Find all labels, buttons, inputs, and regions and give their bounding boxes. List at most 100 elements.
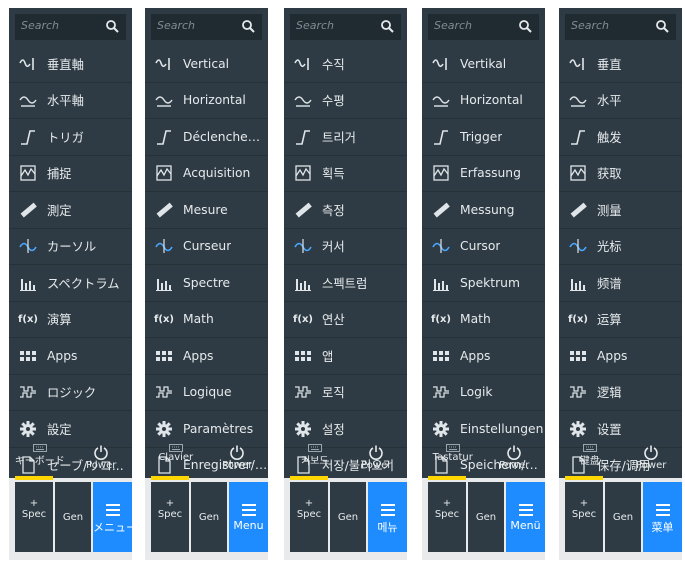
menu-item-measure[interactable]: 测量 bbox=[559, 192, 682, 229]
menu-item-trigger[interactable]: 트리거 bbox=[284, 119, 407, 156]
menu-item-vertical[interactable]: 垂直 bbox=[559, 46, 682, 83]
menu-panel: Search Vertical Horizontal Déclenchem...… bbox=[145, 8, 268, 560]
power-button[interactable]: Power bbox=[621, 442, 683, 478]
menu-item-logic[interactable]: ロジック bbox=[9, 375, 132, 411]
search-icon[interactable] bbox=[240, 18, 256, 34]
menu-item-cursor[interactable]: Cursor bbox=[422, 229, 545, 265]
keyboard-button[interactable]: 键盘 bbox=[559, 442, 621, 478]
keyboard-button[interactable]: Tastatur bbox=[422, 442, 484, 478]
menu-item-trigger[interactable]: Trigger bbox=[422, 119, 545, 156]
power-button[interactable]: Power bbox=[71, 442, 133, 478]
gen-button[interactable]: Gen bbox=[191, 482, 227, 552]
gen-button[interactable]: Gen bbox=[330, 482, 366, 552]
menu-item-apps[interactable]: Apps bbox=[145, 338, 268, 375]
horizontal-icon bbox=[432, 91, 450, 109]
menu-item-spectrum[interactable]: スペクトラム bbox=[9, 265, 132, 302]
search-icon[interactable] bbox=[379, 18, 395, 34]
menu-item-horizontal[interactable]: Horizontal bbox=[422, 83, 545, 119]
menu-item-math[interactable]: f(x) 演算 bbox=[9, 302, 132, 338]
menu-item-spectrum[interactable]: 频谱 bbox=[559, 265, 682, 302]
search-input[interactable]: Search bbox=[565, 14, 676, 40]
menu-item-measure[interactable]: Messung bbox=[422, 192, 545, 229]
keyboard-button[interactable]: キーボード bbox=[9, 442, 71, 478]
menu-item-cursor[interactable]: 커서 bbox=[284, 229, 407, 265]
gen-button[interactable]: Gen bbox=[605, 482, 641, 552]
spec-button[interactable]: + Spec bbox=[151, 482, 189, 552]
spec-button[interactable]: + Spec bbox=[290, 482, 328, 552]
spec-button[interactable]: + Spec bbox=[428, 482, 466, 552]
search-input[interactable]: Search bbox=[428, 14, 539, 40]
menu-item-apps[interactable]: Apps bbox=[9, 338, 132, 375]
menu-item-label: 測定 bbox=[47, 203, 72, 218]
menu-item-logic[interactable]: Logique bbox=[145, 375, 268, 411]
menu-item-trigger[interactable]: Déclenchem... bbox=[145, 119, 268, 156]
menu-item-apps[interactable]: Apps bbox=[422, 338, 545, 375]
keyboard-label: Tastatur bbox=[432, 452, 473, 463]
menu-item-math[interactable]: f(x) Math bbox=[422, 302, 545, 338]
menu-item-spectrum[interactable]: 스펙트럼 bbox=[284, 265, 407, 302]
power-button[interactable]: Power bbox=[484, 442, 546, 478]
menu-item-horizontal[interactable]: 수평 bbox=[284, 83, 407, 119]
menu-item-cursor[interactable]: カーソル bbox=[9, 229, 132, 265]
menu-button[interactable]: Menu bbox=[229, 482, 268, 552]
cursor-icon bbox=[155, 237, 173, 255]
power-button[interactable]: Power bbox=[346, 442, 408, 478]
menu-item-measure[interactable]: 측정 bbox=[284, 192, 407, 229]
active-indicator bbox=[565, 476, 603, 480]
menu-item-vertical[interactable]: 수직 bbox=[284, 46, 407, 83]
menu-item-math[interactable]: f(x) 运算 bbox=[559, 302, 682, 338]
menu-item-math[interactable]: f(x) 연산 bbox=[284, 302, 407, 338]
menu-button[interactable]: Menü bbox=[506, 482, 545, 552]
menu-item-acquisition[interactable]: Erfassung bbox=[422, 156, 545, 192]
menu-item-vertical[interactable]: Vertikal bbox=[422, 46, 545, 83]
search-icon[interactable] bbox=[654, 18, 670, 34]
menu-button[interactable]: メニュー bbox=[93, 482, 132, 552]
keyboard-button[interactable]: 키보드 bbox=[284, 442, 346, 478]
menu-button[interactable]: 메뉴 bbox=[368, 482, 407, 552]
menu-item-horizontal[interactable]: 水平軸 bbox=[9, 83, 132, 119]
menu-item-vertical[interactable]: Vertical bbox=[145, 46, 268, 83]
menu-item-label: Apps bbox=[460, 348, 491, 363]
keyboard-button[interactable]: Clavier bbox=[145, 442, 207, 478]
menu-label: 菜单 bbox=[651, 521, 674, 534]
menu-item-logic[interactable]: 逻辑 bbox=[559, 375, 682, 411]
menu-item-trigger[interactable]: トリガ bbox=[9, 119, 132, 156]
search-input[interactable]: Search bbox=[290, 14, 401, 40]
menu-item-math[interactable]: f(x) Math bbox=[145, 302, 268, 338]
menu-item-logic[interactable]: Logik bbox=[422, 375, 545, 411]
power-button[interactable]: Power bbox=[207, 442, 269, 478]
vertical-icon bbox=[569, 55, 587, 73]
logic-icon bbox=[155, 383, 173, 401]
spec-button[interactable]: + Spec bbox=[15, 482, 53, 552]
menu-item-label: Déclenchem... bbox=[183, 129, 268, 144]
menu-item-spectrum[interactable]: Spektrum bbox=[422, 265, 545, 302]
menu-item-horizontal[interactable]: Horizontal bbox=[145, 83, 268, 119]
search-icon[interactable] bbox=[517, 18, 533, 34]
gen-button[interactable]: Gen bbox=[55, 482, 91, 552]
gen-button[interactable]: Gen bbox=[468, 482, 504, 552]
search-icon[interactable] bbox=[104, 18, 120, 34]
menu-item-acquisition[interactable]: 捕捉 bbox=[9, 156, 132, 192]
spec-button[interactable]: + Spec bbox=[565, 482, 603, 552]
spectrum-icon bbox=[432, 274, 450, 292]
menu-item-measure[interactable]: Mesure bbox=[145, 192, 268, 229]
menu-item-cursor[interactable]: Curseur bbox=[145, 229, 268, 265]
menu-item-label: Horizontal bbox=[460, 93, 523, 108]
menu-item-acquisition[interactable]: 획득 bbox=[284, 156, 407, 192]
menu-item-acquisition[interactable]: 获取 bbox=[559, 156, 682, 192]
menu-item-logic[interactable]: 로직 bbox=[284, 375, 407, 411]
search-input[interactable]: Search bbox=[15, 14, 126, 40]
search-input[interactable]: Search bbox=[151, 14, 262, 40]
menu-item-trigger[interactable]: 触发 bbox=[559, 119, 682, 156]
menu-button[interactable]: 菜单 bbox=[643, 482, 682, 552]
menu-item-horizontal[interactable]: 水平 bbox=[559, 83, 682, 119]
menu-item-apps[interactable]: Apps bbox=[559, 338, 682, 375]
menu-item-vertical[interactable]: 垂直軸 bbox=[9, 46, 132, 83]
menu-item-acquisition[interactable]: Acquisition bbox=[145, 156, 268, 192]
menu-item-cursor[interactable]: 光标 bbox=[559, 229, 682, 265]
menu-item-measure[interactable]: 測定 bbox=[9, 192, 132, 229]
menu-item-spectrum[interactable]: Spectre bbox=[145, 265, 268, 302]
menu-item-label: Mesure bbox=[183, 202, 228, 217]
menu-item-apps[interactable]: 앱 bbox=[284, 338, 407, 375]
menu-item-label: Apps bbox=[47, 348, 78, 363]
